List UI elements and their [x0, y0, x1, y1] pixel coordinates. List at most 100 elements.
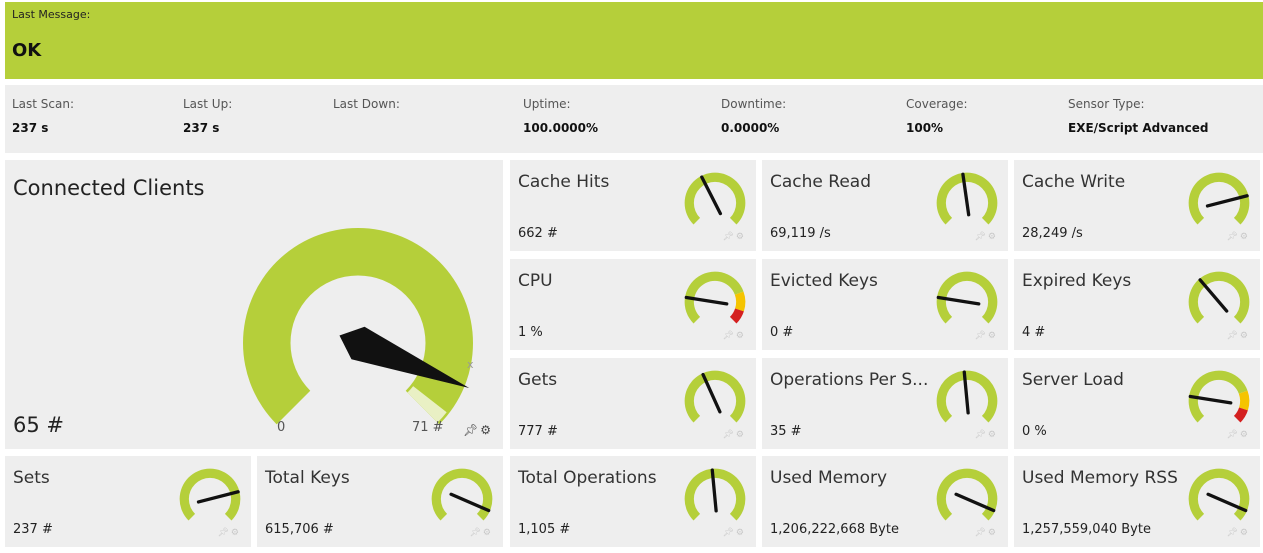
info-last-down: Last Down:: [333, 97, 400, 121]
channel-tile[interactable]: Cache Hits 662 # 📌︎⚙︎: [510, 160, 756, 251]
info-uptime: Uptime: 100.0000%: [523, 97, 598, 135]
channel-tile[interactable]: Total Operations 1,105 # 📌︎⚙︎: [510, 456, 756, 547]
info-value: 237 s: [12, 121, 49, 135]
channel-tile[interactable]: Evicted Keys 0 # 📌︎⚙︎: [762, 259, 1008, 350]
channel-value: 1 %: [518, 325, 543, 340]
gear-icon[interactable]: ⚙︎: [736, 331, 746, 341]
pin-icon[interactable]: 📌︎: [722, 331, 735, 341]
channel-tile[interactable]: Used Memory 1,206,222,668 Byte 📌︎⚙︎: [762, 456, 1008, 547]
channel-tools: 📌︎⚙︎: [469, 528, 493, 538]
gear-icon[interactable]: ⚙︎: [480, 423, 493, 437]
last-message-bar: Last Message: OK: [5, 2, 1263, 79]
channel-title: Expired Keys: [1022, 271, 1132, 291]
pin-icon[interactable]: 📌︎: [463, 423, 480, 437]
gauge-error-zone: [1233, 407, 1248, 423]
gauge: [682, 466, 748, 532]
pin-icon[interactable]: 📌︎: [722, 528, 735, 538]
gauge: [934, 466, 1000, 532]
gauge-title: Connected Clients: [13, 176, 205, 200]
pin-icon[interactable]: 📌︎: [1226, 232, 1239, 242]
gauge-needle: [1198, 278, 1229, 313]
gear-icon[interactable]: ⚙︎: [988, 528, 998, 538]
channel-title: Gets: [518, 370, 558, 390]
channel-tile[interactable]: Expired Keys 4 # 📌︎⚙︎: [1014, 259, 1260, 350]
channel-tools: 📌︎⚙︎: [1226, 430, 1250, 440]
channel-tile[interactable]: Total Keys 615,706 # 📌︎⚙︎: [257, 456, 503, 547]
channel-tile[interactable]: Gets 777 # 📌︎⚙︎: [510, 358, 756, 449]
gauge: [429, 466, 495, 532]
info-label: Last Up:: [183, 97, 233, 111]
pin-icon[interactable]: 📌︎: [217, 528, 230, 538]
gauge: [934, 368, 1000, 434]
channel-tools: 📌︎⚙︎: [974, 528, 998, 538]
gear-icon[interactable]: ⚙︎: [988, 232, 998, 242]
channel-title: Cache Hits: [518, 172, 610, 192]
gauge-svg: [684, 172, 746, 225]
gauge-svg: [1188, 468, 1250, 521]
pin-icon[interactable]: 📌︎: [1226, 430, 1239, 440]
gear-icon[interactable]: ⚙︎: [736, 430, 746, 440]
gear-icon[interactable]: ⚙︎: [988, 430, 998, 440]
channel-title: Cache Write: [1022, 172, 1126, 192]
channel-value: 1,257,559,040 Byte: [1022, 522, 1151, 537]
gear-icon[interactable]: ⚙︎: [1240, 528, 1250, 538]
channel-tools: 📌︎⚙︎: [1226, 528, 1250, 538]
gauge-svg: [684, 271, 746, 324]
gauge: [934, 269, 1000, 335]
gauge: [682, 368, 748, 434]
gear-icon[interactable]: ⚙︎: [1240, 331, 1250, 341]
gauge-svg: [684, 370, 746, 423]
gear-icon[interactable]: ⚙︎: [736, 528, 746, 538]
gear-icon[interactable]: ⚙︎: [1240, 232, 1250, 242]
channel-tile[interactable]: Used Memory RSS 1,257,559,040 Byte 📌︎⚙︎: [1014, 456, 1260, 547]
gauge-svg: [1188, 370, 1250, 423]
pin-icon[interactable]: 📌︎: [974, 528, 987, 538]
pin-icon[interactable]: 📌︎: [722, 430, 735, 440]
gauge-svg: [936, 370, 998, 423]
gauge-min-label: 0: [277, 420, 286, 435]
info-value: 237 s: [183, 121, 220, 135]
channel-tile[interactable]: Cache Write 28,249 /s 📌︎⚙︎: [1014, 160, 1260, 251]
gauge-needle: [700, 175, 723, 216]
pin-icon[interactable]: 📌︎: [1226, 528, 1239, 538]
channel-title: CPU: [518, 271, 553, 291]
channel-tile[interactable]: Sets 237 # 📌︎⚙︎: [5, 456, 251, 547]
channel-title: Used Memory: [770, 468, 888, 488]
gauge-svg: [179, 468, 241, 521]
gauge: [1186, 269, 1252, 335]
channel-tools: 📌︎⚙︎: [974, 331, 998, 341]
channel-title: Used Memory RSS: [1022, 468, 1178, 488]
gauge-max-label: 71 #: [412, 420, 444, 435]
channel-tile[interactable]: Operations Per S... 35 # 📌︎⚙︎: [762, 358, 1008, 449]
info-label: Downtime:: [721, 97, 787, 111]
tile-connected-clients[interactable]: Connected Clients x 65 # 0 71 # 📌︎⚙︎: [5, 160, 503, 449]
info-label: Uptime:: [523, 97, 571, 111]
sensor-info-bar: Last Scan: 237 s Last Up: 237 s Last Dow…: [5, 85, 1263, 153]
gear-icon[interactable]: ⚙︎: [988, 331, 998, 341]
gear-icon[interactable]: ⚙︎: [231, 528, 241, 538]
channel-tile[interactable]: Server Load 0 % 📌︎⚙︎: [1014, 358, 1260, 449]
pin-icon[interactable]: 📌︎: [1226, 331, 1239, 341]
pin-icon[interactable]: 📌︎: [469, 528, 482, 538]
pin-icon[interactable]: 📌︎: [974, 430, 987, 440]
gauge: [177, 466, 243, 532]
gauge-arc: [243, 227, 473, 425]
channel-value: 35 #: [770, 424, 802, 439]
pin-icon[interactable]: 📌︎: [974, 331, 987, 341]
channel-tools: 📌︎⚙︎: [722, 528, 746, 538]
channel-tile[interactable]: CPU 1 % 📌︎⚙︎: [510, 259, 756, 350]
info-label: Last Down:: [333, 97, 400, 111]
channel-value: 4 #: [1022, 325, 1046, 340]
pin-icon[interactable]: 📌︎: [722, 232, 735, 242]
gauge-error-zone: [729, 308, 744, 324]
info-value: 0.0000%: [721, 121, 780, 135]
info-last-up: Last Up: 237 s: [183, 97, 232, 135]
gear-icon[interactable]: ⚙︎: [1240, 430, 1250, 440]
pin-icon[interactable]: 📌︎: [974, 232, 987, 242]
gear-icon[interactable]: ⚙︎: [483, 528, 493, 538]
gear-icon[interactable]: ⚙︎: [736, 232, 746, 242]
info-label: Coverage:: [906, 97, 968, 111]
channel-tile[interactable]: Cache Read 69,119 /s 📌︎⚙︎: [762, 160, 1008, 251]
channel-title: Evicted Keys: [770, 271, 878, 291]
gauge-tools: 📌︎⚙︎: [463, 423, 493, 437]
